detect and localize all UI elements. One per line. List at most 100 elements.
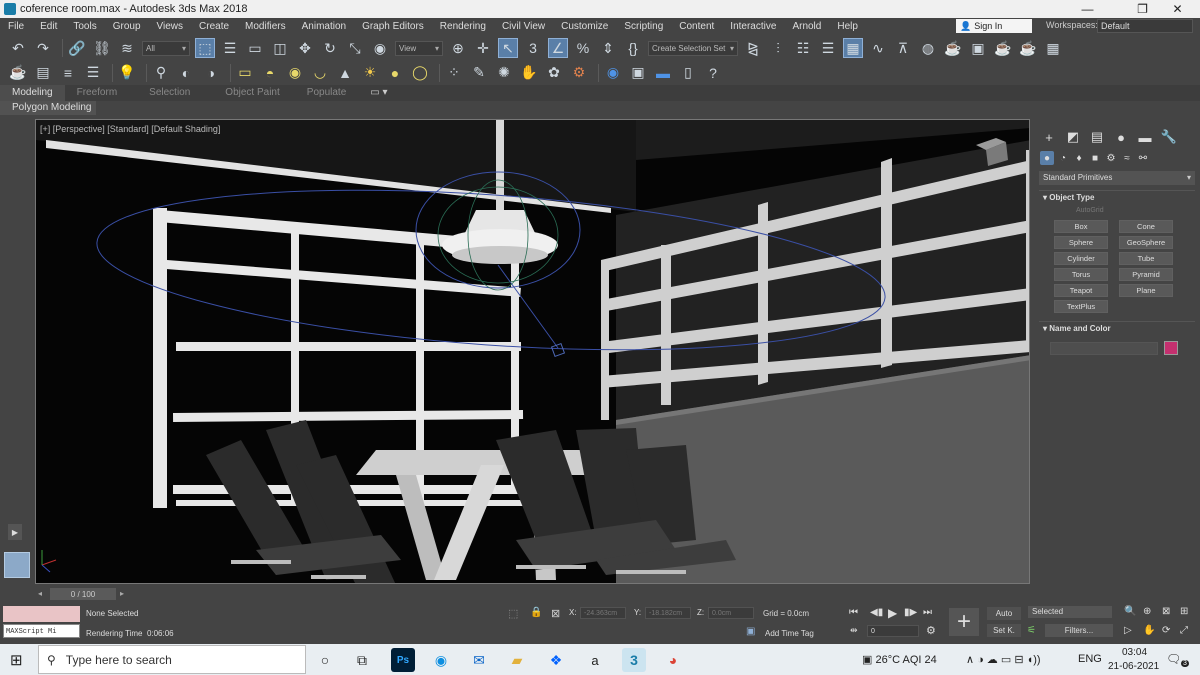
undo-icon[interactable]: ↶ [8,38,28,58]
link-icon[interactable]: 🔗 [67,38,87,58]
isolate-icon[interactable]: ⬚ [508,607,518,620]
go-to-start-icon[interactable]: ⏮ [849,607,858,618]
cone-button[interactable]: Cone [1119,220,1173,233]
viewport-layout-button[interactable] [4,552,30,578]
helpers-icon[interactable]: ⚙ [1104,151,1118,165]
box-button[interactable]: Box [1054,220,1108,233]
minimize-button[interactable]: — [1065,0,1110,18]
zoom-extents-icon[interactable]: ⊠ [1162,606,1170,617]
display-tab-icon[interactable]: ▬ [1136,129,1154,145]
geometry-type-dropdown[interactable]: Standard Primitives [1039,171,1195,185]
texture-icon[interactable]: ✿ [544,63,564,83]
perspective-viewport[interactable] [35,119,1030,584]
rotate-icon[interactable]: ↻ [320,38,340,58]
render-view-icon[interactable]: ▣ [628,63,648,83]
set-key-button[interactable]: Set K. [987,624,1021,637]
fractal-icon[interactable]: ✺ [494,63,514,83]
orbit-icon[interactable]: ⟳ [1162,625,1170,636]
spinner-snap-icon[interactable]: ⇕ [598,38,618,58]
arnold-render-icon[interactable]: ◉ [603,63,623,83]
unlink-icon[interactable]: ⛓ [92,38,112,58]
hair-icon[interactable]: ✎ [469,63,489,83]
key-filter-dropdown[interactable]: Selected [1028,606,1112,618]
object-name-input[interactable] [1050,342,1158,355]
systems-icon[interactable]: ⚯ [1136,151,1150,165]
paint-icon[interactable]: ✋ [519,63,539,83]
menu-content[interactable]: Content [671,18,722,35]
pivot-center-icon[interactable]: ⊕ [448,38,468,58]
menu-edit[interactable]: Edit [32,18,65,35]
next-frame-button-icon[interactable]: ▮▶ [904,607,917,618]
play-icon[interactable]: ▶ [888,606,897,620]
edit-named-selection-icon[interactable]: {} [623,38,643,58]
menu-graph-editors[interactable]: Graph Editors [354,18,432,35]
material-editor-icon[interactable]: ◍ [918,38,938,58]
named-selection-set-dropdown[interactable]: Create Selection Set [648,40,738,56]
tab-object-paint[interactable]: Object Paint [210,85,294,101]
menu-rendering[interactable]: Rendering [432,18,494,35]
light-icon[interactable]: 💡 [117,63,137,83]
cortana-icon[interactable]: ○ [313,648,337,672]
next-frame-icon[interactable]: ▸ [120,589,124,598]
angle-snap-icon[interactable]: ∠ [548,38,568,58]
motion-tab-icon[interactable]: ● [1112,129,1130,145]
camera-icon[interactable]: ⚲ [151,63,171,83]
cone-light-icon[interactable]: ▲ [335,63,355,83]
teapot-button[interactable]: Teapot [1054,284,1108,297]
scene-explorer-icon[interactable]: ☷ [793,38,813,58]
align-icon[interactable]: ⫶ [768,38,788,58]
curve-editor-icon[interactable]: ∿ [868,38,888,58]
menu-interactive[interactable]: Interactive [722,18,784,35]
windows-start-icon[interactable]: ⊞ [10,651,23,669]
time-tag-icon[interactable]: ▣ [746,626,755,637]
keyboard-override-icon[interactable]: ↖ [498,38,518,58]
object-color-swatch[interactable] [1164,341,1178,355]
layer-list-icon[interactable]: ☰ [83,63,103,83]
bind-space-warp-icon[interactable]: ≋ [117,38,137,58]
mail-icon[interactable]: ✉ [467,648,491,672]
z-coord-input[interactable]: 0.0cm [708,607,754,619]
clock-time[interactable]: 03:04 [1122,647,1147,658]
sign-in-dropdown[interactable]: 👤 Sign In [956,19,1032,33]
autogrid-checkbox[interactable]: AutoGrid [1076,207,1104,214]
current-frame-input[interactable]: 0 [867,625,919,637]
zoom-all-icon[interactable]: ⊕ [1143,606,1151,617]
menu-create[interactable]: Create [191,18,237,35]
schematic-view-icon[interactable]: ⊼ [893,38,913,58]
photoshop-icon[interactable]: Ps [391,648,415,672]
bowl-icon[interactable]: ◡ [310,63,330,83]
task-view-icon[interactable]: ⧉ [350,648,374,672]
system-tray-icons[interactable]: ∧ ◑ ☁ ▭ ⊟ ◖)) [966,653,1041,666]
previous-frame-icon[interactable]: ◀▮ [870,607,883,618]
taskbar-search[interactable]: ⚲ Type here to search [38,645,306,674]
field-of-view-icon[interactable]: ▷ [1124,625,1132,636]
sun-icon[interactable]: ☀ [360,63,380,83]
snap-toggle-icon[interactable]: 3 [523,38,543,58]
teapot-icon[interactable]: ☕ [8,63,28,83]
key-mode-icon[interactable]: ⇹ [850,625,858,636]
menu-group[interactable]: Group [105,18,149,35]
utilities-tab-icon[interactable]: 🔧 [1160,129,1178,145]
key-filter-icon[interactable]: ⚟ [1027,625,1036,636]
modify-tab-icon[interactable]: ◩ [1064,129,1082,145]
render-setup-icon[interactable]: ☕ [943,38,963,58]
polygon-modeling-panel[interactable]: Polygon Modeling [0,101,96,115]
geosphere-button[interactable]: GeoSphere [1119,236,1173,249]
add-time-tag-button[interactable]: Add Time Tag [765,629,814,638]
menu-scripting[interactable]: Scripting [616,18,671,35]
help-icon[interactable]: ? [703,63,723,83]
rect-selection-icon[interactable]: ▭ [245,38,265,58]
close-button[interactable]: ✕ [1155,0,1200,18]
absolute-mode-icon[interactable]: ⊠ [551,607,560,620]
edge-icon[interactable]: ◉ [429,648,453,672]
dropbox-icon[interactable]: ❖ [544,648,568,672]
name-and-color-rollout[interactable]: ▾ Name and Color [1039,321,1195,335]
zoom-icon[interactable]: 🔍 [1124,606,1136,617]
ribbon-options-icon[interactable]: ▭ ▾ [358,85,399,101]
lights-icon[interactable]: ♦ [1072,151,1086,165]
select-by-name-icon[interactable]: ☰ [220,38,240,58]
layer-icon[interactable]: ≡ [58,63,78,83]
menu-help[interactable]: Help [829,18,866,35]
ribbon-toggle-icon[interactable]: ▦ [843,38,863,58]
space-warps-icon[interactable]: ≈ [1120,151,1134,165]
